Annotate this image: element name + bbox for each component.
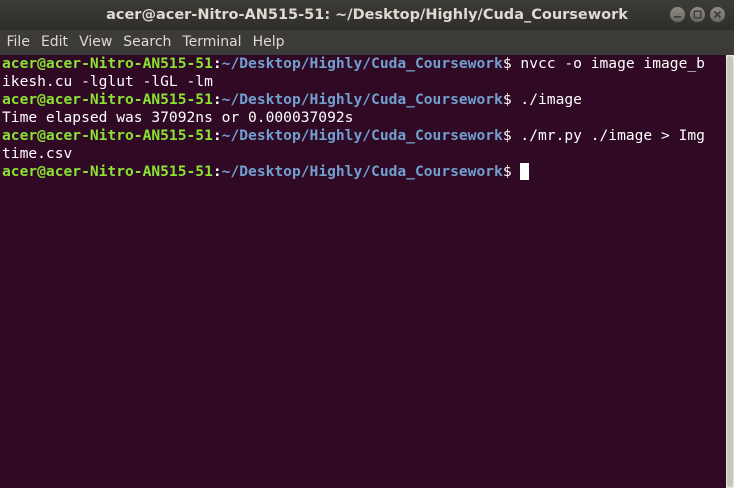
prompt-colon: : [212, 163, 222, 180]
prompt-path: ~/Desktop/Highly/Cuda_Coursework [221, 127, 503, 144]
menu-terminal[interactable]: Terminal [177, 30, 247, 55]
menu-edit[interactable]: Edit [35, 30, 73, 55]
scrollbar-thumb[interactable] [727, 56, 733, 487]
command-text: ./image [520, 91, 582, 108]
text-cursor [520, 163, 530, 180]
menu-view[interactable]: View [74, 30, 118, 55]
menu-bar: File Edit View Search Terminal Help [0, 30, 734, 55]
menu-search[interactable]: Search [118, 30, 177, 55]
prompt-dollar: $ [502, 55, 521, 72]
prompt-colon: : [212, 127, 222, 144]
terminal-output-area[interactable]: acer@acer-Nitro-AN515-51:~/Desktop/Highl… [0, 55, 726, 488]
prompt-colon: : [212, 55, 222, 72]
close-button[interactable] [709, 6, 726, 23]
prompt-dollar: $ [502, 127, 521, 144]
command-text: time.csv [2, 145, 73, 162]
terminal-line: acer@acer-Nitro-AN515-51:~/Desktop/Highl… [2, 127, 705, 145]
prompt-user-host: acer@acer-Nitro-AN515-51 [2, 127, 213, 144]
menu-help[interactable]: Help [247, 30, 290, 55]
terminal-line: time.csv [2, 145, 705, 163]
command-text: ./mr.py ./image > Img [520, 127, 705, 144]
terminal-window: acer@acer-Nitro-AN515-51: ~/Desktop/High… [0, 0, 734, 488]
minimize-icon [674, 16, 681, 18]
maximize-button[interactable] [689, 6, 706, 23]
terminal-line: acer@acer-Nitro-AN515-51:~/Desktop/Highl… [2, 163, 705, 181]
prompt-dollar: $ [502, 91, 521, 108]
terminal-line: acer@acer-Nitro-AN515-51:~/Desktop/Highl… [2, 55, 705, 73]
terminal-line: ikesh.cu -lglut -lGL -lm [2, 73, 705, 91]
prompt-dollar: $ [502, 163, 521, 180]
prompt-path: ~/Desktop/Highly/Cuda_Coursework [221, 91, 503, 108]
command-text: ikesh.cu -lglut -lGL -lm [2, 73, 213, 90]
terminal-line: acer@acer-Nitro-AN515-51:~/Desktop/Highl… [2, 91, 705, 109]
maximize-icon [693, 10, 702, 19]
prompt-colon: : [212, 91, 222, 108]
prompt-user-host: acer@acer-Nitro-AN515-51 [2, 163, 213, 180]
window-controls [669, 6, 726, 24]
title-bar[interactable]: acer@acer-Nitro-AN515-51: ~/Desktop/High… [0, 0, 734, 30]
command-text: nvcc -o image image_b [520, 55, 705, 72]
window-title: acer@acer-Nitro-AN515-51: ~/Desktop/High… [106, 7, 628, 23]
output-text: Time elapsed was 37092ns or 0.000037092s [2, 109, 354, 126]
prompt-user-host: acer@acer-Nitro-AN515-51 [2, 91, 213, 108]
close-icon [713, 10, 722, 19]
scrollbar[interactable] [726, 55, 734, 488]
prompt-user-host: acer@acer-Nitro-AN515-51 [2, 55, 213, 72]
terminal-text: acer@acer-Nitro-AN515-51:~/Desktop/Highl… [2, 55, 705, 181]
menu-file[interactable]: File [1, 30, 35, 55]
prompt-path: ~/Desktop/Highly/Cuda_Coursework [221, 163, 503, 180]
prompt-path: ~/Desktop/Highly/Cuda_Coursework [221, 55, 503, 72]
terminal-line: Time elapsed was 37092ns or 0.000037092s [2, 109, 705, 127]
minimize-button[interactable] [669, 6, 686, 23]
